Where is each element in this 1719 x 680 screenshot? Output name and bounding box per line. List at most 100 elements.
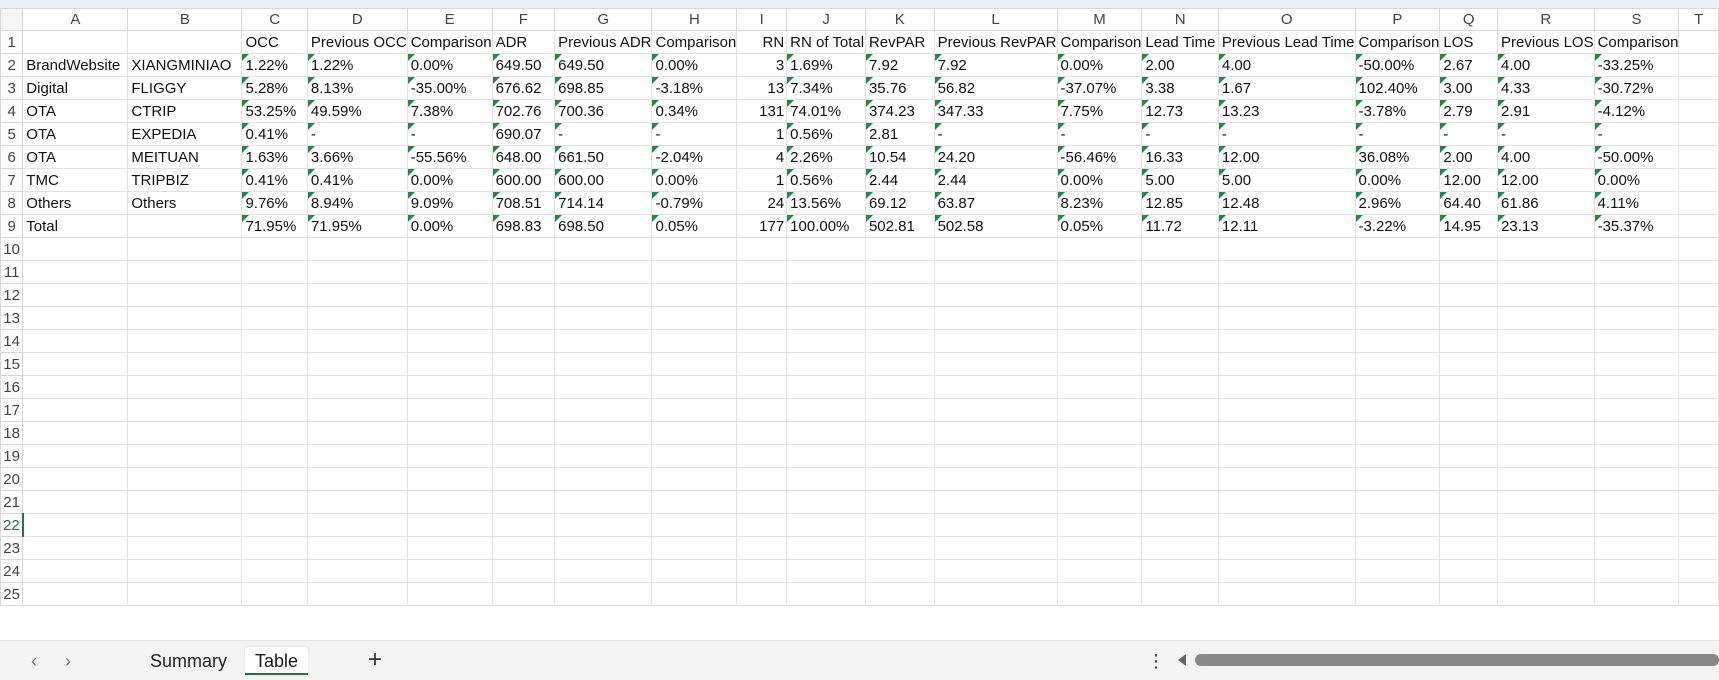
cell[interactable] — [1678, 260, 1719, 284]
cell[interactable] — [1056, 444, 1143, 468]
cell[interactable] — [127, 329, 243, 353]
cell[interactable] — [1141, 444, 1219, 468]
cell[interactable] — [1593, 559, 1680, 583]
cell[interactable] — [406, 513, 493, 537]
cell[interactable] — [1217, 582, 1356, 606]
cell[interactable]: BrandWebsite — [22, 53, 129, 77]
cell[interactable] — [1354, 375, 1441, 399]
more-options-icon[interactable]: ⋮ — [1147, 649, 1165, 673]
spreadsheet-grid[interactable]: A B C D E F G H I J K L M N O P Q R S T — [0, 8, 1719, 640]
cell[interactable] — [1678, 582, 1719, 606]
cell[interactable] — [864, 513, 935, 537]
cell[interactable] — [1678, 352, 1719, 376]
cell[interactable] — [736, 260, 788, 284]
cell[interactable] — [786, 559, 866, 583]
cell[interactable] — [1678, 306, 1719, 330]
cell[interactable] — [22, 536, 129, 560]
cell[interactable] — [554, 421, 653, 445]
cell[interactable] — [651, 559, 738, 583]
cell[interactable] — [306, 444, 408, 468]
cell[interactable] — [1439, 260, 1499, 284]
cell[interactable] — [22, 306, 129, 330]
cell[interactable]: -37.07% — [1056, 76, 1143, 100]
cell[interactable] — [864, 398, 935, 422]
cell[interactable] — [1056, 283, 1143, 307]
row-header[interactable]: 7 — [0, 168, 24, 192]
horizontal-scrollbar-thumb[interactable] — [1195, 654, 1719, 666]
cell[interactable]: 3.66% — [306, 145, 408, 169]
cell[interactable] — [241, 559, 308, 583]
cell[interactable] — [1354, 421, 1441, 445]
cell[interactable] — [241, 582, 308, 606]
cell[interactable]: 53.25% — [241, 99, 308, 123]
column-header[interactable]: G — [554, 8, 653, 31]
cell[interactable] — [1439, 306, 1499, 330]
cell[interactable] — [1141, 375, 1219, 399]
cell[interactable] — [1141, 352, 1219, 376]
cell[interactable] — [864, 306, 935, 330]
cell[interactable]: 0.05% — [1056, 214, 1143, 238]
cell[interactable] — [786, 467, 866, 491]
cell[interactable] — [127, 237, 243, 261]
cell[interactable] — [306, 283, 408, 307]
cell[interactable] — [306, 421, 408, 445]
cell[interactable]: 71.95% — [241, 214, 308, 238]
cell[interactable] — [1678, 283, 1719, 307]
cell[interactable] — [491, 329, 556, 353]
cell[interactable] — [933, 490, 1058, 514]
cell[interactable]: 1.67 — [1217, 76, 1356, 100]
row-header[interactable]: 8 — [0, 191, 24, 215]
cell[interactable] — [1141, 559, 1219, 583]
column-header[interactable]: L — [933, 8, 1058, 31]
cell[interactable] — [554, 490, 653, 514]
cell[interactable] — [933, 283, 1058, 307]
cell[interactable] — [1678, 329, 1719, 353]
row-header[interactable]: 21 — [0, 490, 24, 514]
cell[interactable] — [1439, 467, 1499, 491]
cell[interactable] — [241, 398, 308, 422]
cell[interactable] — [306, 237, 408, 261]
cell[interactable] — [241, 536, 308, 560]
cell[interactable]: 5.00 — [1141, 168, 1219, 192]
cell[interactable] — [1593, 467, 1680, 491]
cell[interactable]: 690.07 — [491, 122, 556, 146]
cell[interactable] — [1593, 398, 1680, 422]
cell[interactable]: -3.78% — [1354, 99, 1441, 123]
cell[interactable]: 2.44 — [864, 168, 935, 192]
cell[interactable]: 0.00% — [1593, 168, 1680, 192]
cell[interactable] — [736, 490, 788, 514]
cell[interactable] — [22, 375, 129, 399]
cell[interactable] — [491, 490, 556, 514]
cell[interactable] — [554, 536, 653, 560]
cell[interactable] — [554, 559, 653, 583]
cell[interactable] — [491, 559, 556, 583]
cell[interactable] — [554, 375, 653, 399]
cell[interactable] — [127, 467, 243, 491]
cell[interactable] — [1497, 467, 1595, 491]
cell[interactable] — [406, 559, 493, 583]
cell[interactable] — [306, 536, 408, 560]
cell[interactable] — [554, 260, 653, 284]
cell[interactable] — [1678, 168, 1719, 192]
cell[interactable] — [1217, 559, 1356, 583]
cell[interactable]: 0.00% — [1056, 53, 1143, 77]
sheet-tab-summary[interactable]: Summary — [140, 647, 237, 675]
cell[interactable]: Total — [22, 214, 129, 238]
cell[interactable] — [1217, 283, 1356, 307]
cell[interactable] — [786, 306, 866, 330]
column-header[interactable]: B — [127, 8, 243, 31]
cell[interactable] — [1678, 375, 1719, 399]
row-header[interactable]: 25 — [0, 582, 24, 606]
cell[interactable]: 14.95 — [1439, 214, 1499, 238]
row-header[interactable]: 3 — [0, 76, 24, 100]
cell[interactable]: 5.28% — [241, 76, 308, 100]
cell[interactable] — [1678, 421, 1719, 445]
cell[interactable]: 0.00% — [651, 168, 738, 192]
cell[interactable]: 3.38 — [1141, 76, 1219, 100]
cell[interactable] — [127, 490, 243, 514]
cell[interactable] — [241, 306, 308, 330]
cell[interactable] — [933, 559, 1058, 583]
row-header[interactable]: 15 — [0, 352, 24, 376]
column-header[interactable]: O — [1217, 8, 1356, 31]
cell[interactable]: 0.41% — [241, 122, 308, 146]
